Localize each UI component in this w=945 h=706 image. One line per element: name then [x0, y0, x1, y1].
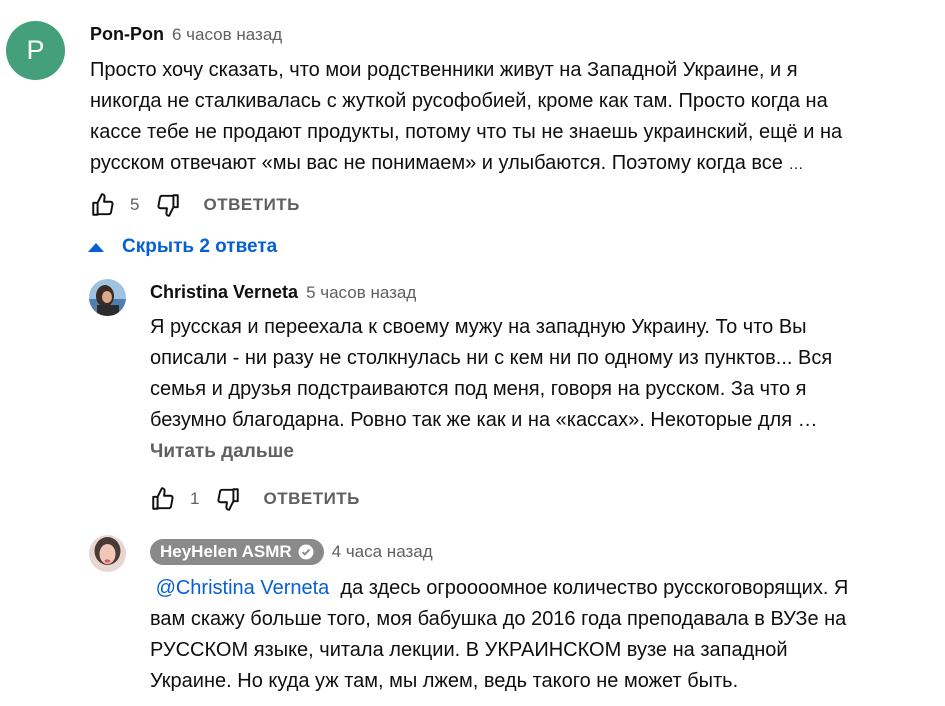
avatar-photo	[89, 535, 126, 572]
verified-check-icon	[298, 544, 314, 560]
comment-line: описали - ни разу не столкнулась ни с ке…	[150, 347, 833, 369]
hide-replies-toggle[interactable]: Скрыть 2 ответа	[88, 236, 277, 258]
reply-button[interactable]: ОТВЕТИТЬ	[203, 195, 299, 215]
comment-text: Я русская и переехала к своему мужу на з…	[150, 312, 920, 436]
truncation-ellipsis: …	[788, 156, 804, 173]
comment-actions: 5 ОТВЕТИТЬ	[90, 192, 300, 218]
author-name[interactable]: Pon-Pon	[90, 24, 164, 45]
comment-header: Pon-Pon 6 часов назад	[90, 24, 282, 45]
author-name[interactable]: Christina Verneta	[150, 282, 298, 303]
avatar-letter: P	[6, 21, 65, 80]
reply-button[interactable]: ОТВЕТИТЬ	[263, 489, 359, 509]
caret-up-icon	[88, 242, 104, 252]
comment-header: Christina Verneta 5 часов назад	[150, 282, 416, 303]
like-count: 1	[190, 489, 200, 508]
toggle-label: Скрыть 2 ответа	[122, 236, 278, 257]
reply-christina: Christina Verneta 5 часов назад Я русска…	[0, 270, 945, 520]
comment-line: кассе тебе не продают продукты, потому ч…	[90, 121, 843, 143]
thumb-down-icon[interactable]	[155, 192, 181, 218]
comment-actions: 1 ОТВЕТИТЬ	[150, 486, 360, 512]
comment-line: безумно благодарна. Ровно так же как и н…	[150, 409, 818, 431]
comment-line: Просто хочу сказать, что мои родственник…	[90, 59, 798, 81]
comment-line: Украине. Но куда уж там, мы лжем, ведь т…	[150, 670, 739, 692]
comment-line: русском отвечают «мы вас не понимаем» и …	[90, 152, 804, 174]
timestamp[interactable]: 6 часов назад	[172, 25, 282, 45]
avatar[interactable]: P	[6, 21, 65, 80]
thumb-down-icon[interactable]	[215, 486, 241, 512]
thumb-up-icon[interactable]	[90, 192, 116, 218]
avatar[interactable]	[89, 535, 126, 572]
comment-line: семья и друзья подстраиваются под меня, …	[150, 378, 807, 400]
avatar[interactable]	[89, 279, 126, 316]
read-more-button[interactable]: Читать дальше	[150, 441, 294, 463]
comment-line: РУССКОМ языке, читала лекции. В УКРАИНСК…	[150, 639, 788, 661]
comment-pon-pon: P Pon-Pon 6 часов назад Просто хочу сказ…	[0, 0, 945, 240]
thumb-up-icon[interactable]	[150, 486, 176, 512]
reply-heyhelen: HeyHelen ASMR 4 часа назад @Christina Ve…	[0, 528, 945, 706]
mention-link[interactable]: @Christina Verneta	[156, 577, 330, 599]
timestamp[interactable]: 5 часов назад	[306, 283, 416, 303]
timestamp[interactable]: 4 часа назад	[332, 542, 433, 562]
comment-header: HeyHelen ASMR 4 часа назад	[150, 539, 433, 565]
like-count: 5	[130, 195, 140, 214]
avatar-photo	[89, 279, 126, 316]
comment-line: никогда не сталкивалась с жуткой русофоб…	[90, 90, 828, 112]
author-name: HeyHelen ASMR	[160, 542, 292, 561]
channel-owner-badge[interactable]: HeyHelen ASMR	[150, 539, 324, 565]
comment-text: @Christina Verneta да здесь огроооомное …	[150, 573, 930, 697]
comment-text: Просто хочу сказать, что мои родственник…	[90, 55, 910, 180]
comment-line: @Christina Verneta да здесь огроооомное …	[155, 577, 849, 599]
comment-line: вам скажу больше того, моя бабушка до 20…	[150, 608, 847, 630]
comment-line: Я русская и переехала к своему мужу на з…	[150, 316, 807, 338]
